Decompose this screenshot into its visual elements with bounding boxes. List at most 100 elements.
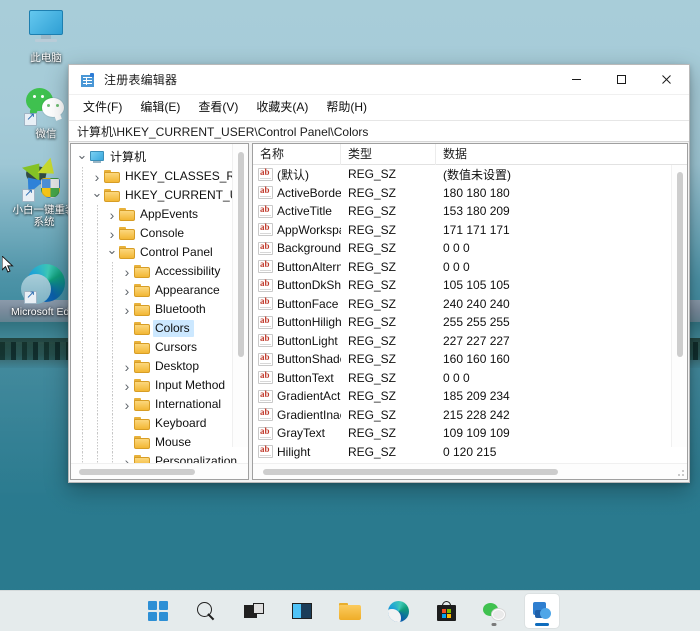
- table-row[interactable]: ButtonDkShad…REG_SZ105 105 105: [253, 276, 687, 295]
- scrollbar-thumb[interactable]: [238, 152, 244, 357]
- tree-node[interactable]: Mouse: [71, 433, 248, 452]
- tree-node[interactable]: Console: [71, 224, 248, 243]
- registry-editor-window[interactable]: 注册表编辑器 文件(F)编辑(E)查看(V)收藏夹(A)帮助(H) 计算机\HK…: [68, 64, 690, 483]
- chevron-right-icon[interactable]: [120, 357, 134, 376]
- minimize-button[interactable]: [554, 65, 599, 95]
- value-type: REG_SZ: [341, 334, 436, 348]
- tree-node[interactable]: Accessibility: [71, 262, 248, 281]
- tree-guide-line: [82, 243, 83, 262]
- column-header[interactable]: 数据: [436, 144, 687, 165]
- tree-node[interactable]: International: [71, 395, 248, 414]
- value-name: ButtonShadow: [277, 352, 341, 366]
- window-resize-grip[interactable]: [675, 467, 685, 477]
- menu-item-0[interactable]: 文件(F): [75, 95, 130, 119]
- tree-node[interactable]: AppEvents: [71, 205, 248, 224]
- edge-button[interactable]: [381, 594, 415, 628]
- column-header[interactable]: 类型: [341, 144, 436, 165]
- file-explorer-button[interactable]: [333, 594, 367, 628]
- tree-guide-line: [82, 338, 83, 357]
- regedit-button[interactable]: [525, 594, 559, 628]
- table-row[interactable]: HilightREG_SZ0 120 215: [253, 443, 687, 462]
- menu-item-1[interactable]: 编辑(E): [132, 95, 188, 119]
- tree-node[interactable]: Input Method: [71, 376, 248, 395]
- tree-node-label: Control Panel: [138, 244, 217, 261]
- desktop[interactable]: 此电脑 微信 小白一键重装系统 Microsoft Edge: [0, 0, 700, 631]
- tree-node[interactable]: Cursors: [71, 338, 248, 357]
- tree-node[interactable]: Desktop: [71, 357, 248, 376]
- table-row[interactable]: (默认)REG_SZ(数值未设置): [253, 165, 687, 184]
- tree-node[interactable]: HKEY_CLASSES_ROOT: [71, 167, 248, 186]
- table-row[interactable]: GrayTextREG_SZ109 109 109: [253, 424, 687, 443]
- registry-tree-pane[interactable]: 计算机HKEY_CLASSES_ROOTHKEY_CURRENT_USERApp…: [70, 143, 249, 480]
- menu-item-4[interactable]: 帮助(H): [318, 95, 375, 119]
- registry-values-pane[interactable]: 名称类型数据 (默认)REG_SZ(数值未设置)ActiveBorderREG_…: [252, 143, 688, 480]
- maximize-button[interactable]: [599, 65, 644, 95]
- chevron-right-icon[interactable]: [120, 376, 134, 395]
- list-scroll-area[interactable]: (默认)REG_SZ(数值未设置)ActiveBorderREG_SZ180 1…: [253, 165, 687, 463]
- list-vertical-scrollbar[interactable]: [671, 165, 687, 447]
- table-row[interactable]: GradientActive…REG_SZ185 209 234: [253, 387, 687, 406]
- tree-guide-line: [112, 414, 113, 433]
- table-row[interactable]: ButtonAlternat…REG_SZ0 0 0: [253, 258, 687, 277]
- taskbar[interactable]: [0, 590, 700, 631]
- tree-node[interactable]: Appearance: [71, 281, 248, 300]
- menu-item-3[interactable]: 收藏夹(A): [248, 95, 316, 119]
- chevron-down-icon[interactable]: [105, 243, 119, 262]
- table-row[interactable]: ButtonLightREG_SZ227 227 227: [253, 332, 687, 351]
- value-name: ActiveBorder: [277, 186, 341, 200]
- chevron-right-icon[interactable]: [120, 281, 134, 300]
- tree-vertical-scrollbar[interactable]: [232, 144, 248, 447]
- list-column-headers[interactable]: 名称类型数据: [253, 144, 687, 165]
- tree-node[interactable]: Bluetooth: [71, 300, 248, 319]
- chevron-down-icon[interactable]: [75, 148, 89, 167]
- scrollbar-thumb[interactable]: [263, 469, 558, 475]
- widgets-button[interactable]: [285, 594, 319, 628]
- tree-node[interactable]: Colors: [71, 319, 248, 338]
- tree-horizontal-scrollbar[interactable]: [71, 463, 248, 479]
- table-row[interactable]: GradientInactiv…REG_SZ215 228 242: [253, 406, 687, 425]
- chevron-right-icon[interactable]: [90, 167, 104, 186]
- chevron-down-icon[interactable]: [90, 186, 104, 205]
- wechat-button[interactable]: [477, 594, 511, 628]
- tree-scroll-area[interactable]: 计算机HKEY_CLASSES_ROOTHKEY_CURRENT_USERApp…: [71, 144, 248, 463]
- scrollbar-thumb[interactable]: [677, 172, 683, 357]
- menu-bar[interactable]: 文件(F)编辑(E)查看(V)收藏夹(A)帮助(H): [69, 95, 689, 120]
- task-view-button[interactable]: [237, 594, 271, 628]
- desktop-icon-this-pc[interactable]: 此电脑: [10, 8, 82, 64]
- registry-tree[interactable]: 计算机HKEY_CLASSES_ROOTHKEY_CURRENT_USERApp…: [71, 144, 248, 463]
- table-row[interactable]: ButtonHilightREG_SZ255 255 255: [253, 313, 687, 332]
- tree-node[interactable]: Keyboard: [71, 414, 248, 433]
- table-row[interactable]: BackgroundREG_SZ0 0 0: [253, 239, 687, 258]
- value-type: REG_SZ: [341, 167, 436, 181]
- store-button[interactable]: [429, 594, 463, 628]
- close-button[interactable]: [644, 65, 689, 95]
- scrollbar-thumb[interactable]: [79, 469, 195, 475]
- column-header[interactable]: 名称: [253, 144, 341, 165]
- value-name-cell: ButtonShadow: [253, 352, 341, 366]
- table-row[interactable]: ActiveBorderREG_SZ180 180 180: [253, 184, 687, 203]
- start-button[interactable]: [141, 594, 175, 628]
- chevron-right-icon[interactable]: [105, 224, 119, 243]
- table-row[interactable]: ButtonTextREG_SZ0 0 0: [253, 369, 687, 388]
- window-titlebar[interactable]: 注册表编辑器: [69, 65, 689, 95]
- address-bar[interactable]: 计算机\HKEY_CURRENT_USER\Control Panel\Colo…: [69, 120, 689, 142]
- chevron-right-icon[interactable]: [120, 395, 134, 414]
- tree-node[interactable]: 计算机: [71, 148, 248, 167]
- chevron-right-icon[interactable]: [120, 452, 134, 463]
- table-row[interactable]: ActiveTitleREG_SZ153 180 209: [253, 202, 687, 221]
- table-row[interactable]: AppWorkspaceREG_SZ171 171 171: [253, 221, 687, 240]
- table-row[interactable]: ButtonShadowREG_SZ160 160 160: [253, 350, 687, 369]
- tree-node[interactable]: Control Panel: [71, 243, 248, 262]
- menu-item-2[interactable]: 查看(V): [190, 95, 246, 119]
- chevron-right-icon[interactable]: [105, 205, 119, 224]
- chevron-right-icon[interactable]: [120, 262, 134, 281]
- list-horizontal-scrollbar[interactable]: [253, 463, 687, 479]
- search-button[interactable]: [189, 594, 223, 628]
- tree-node[interactable]: HKEY_CURRENT_USER: [71, 186, 248, 205]
- registry-values-list[interactable]: (默认)REG_SZ(数值未设置)ActiveBorderREG_SZ180 1…: [253, 165, 687, 463]
- chevron-right-icon[interactable]: [120, 300, 134, 319]
- tree-guide-line: [112, 300, 113, 319]
- table-row[interactable]: ButtonFaceREG_SZ240 240 240: [253, 295, 687, 314]
- tree-node-label: 计算机: [108, 149, 150, 166]
- tree-node[interactable]: Personalization: [71, 452, 248, 463]
